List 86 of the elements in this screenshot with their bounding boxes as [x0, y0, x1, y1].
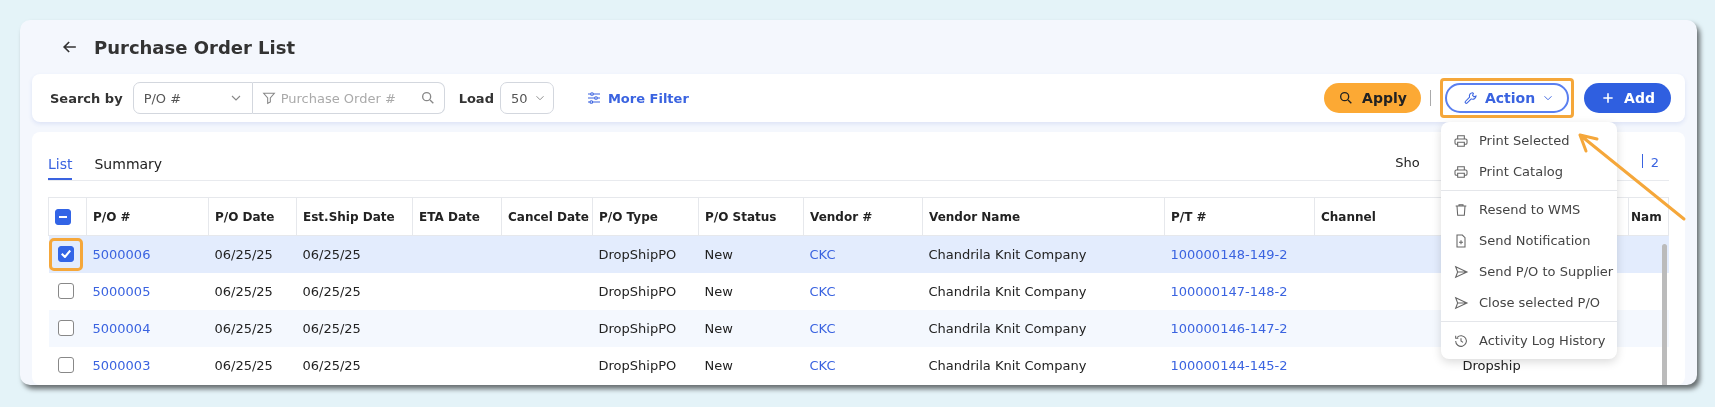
table-cell: 06/25/25 [302, 246, 361, 262]
table-link[interactable]: 5000004 [92, 320, 151, 336]
send-icon [1453, 294, 1469, 311]
table-cell: New [704, 357, 733, 373]
table-cell: Chandrila Knit Company [928, 283, 1087, 299]
table-link[interactable]: 100000147-148-2 [1170, 283, 1288, 299]
checkbox[interactable] [57, 246, 74, 263]
search-field[interactable]: Purchase Order # [252, 82, 445, 114]
column-header: ETA Date [419, 209, 480, 224]
menu-item[interactable]: Send Notification [1441, 225, 1617, 256]
table-cell: DropShipPO [598, 320, 677, 336]
table-cell: DropShipPO [598, 283, 677, 299]
history-icon [1453, 332, 1469, 349]
table-link[interactable]: 100000146-147-2 [1170, 320, 1288, 336]
menu-item[interactable]: Print Catalog [1441, 156, 1617, 187]
search-icon [419, 90, 436, 106]
trash-icon [1453, 201, 1469, 218]
menu-item[interactable]: Activity Log History [1441, 325, 1617, 356]
load-label: Load [458, 90, 494, 106]
menu-item[interactable]: Print Selected [1441, 125, 1617, 156]
menu-item[interactable]: Close selected P/O [1441, 287, 1617, 318]
menu-item[interactable]: Send P/O to Supplier [1441, 256, 1617, 287]
checkbox[interactable] [57, 283, 74, 299]
table-cell: 06/25/25 [302, 283, 361, 299]
search-by-label: Search by [50, 90, 123, 106]
page-title: Purchase Order List [94, 36, 296, 58]
table-cell: Chandrila Knit Company [928, 357, 1087, 373]
menu-item[interactable]: Resend to WMS [1441, 194, 1617, 225]
pagination-text: Sho [1395, 155, 1420, 172]
table-cell: DropShipPO [598, 246, 677, 262]
column-header: Est.Ship Date [303, 209, 395, 224]
document-plus-icon [1453, 232, 1469, 249]
table-cell: 06/25/25 [302, 357, 361, 373]
table-cell: New [704, 283, 733, 299]
table-link[interactable]: CKC [809, 357, 836, 373]
table-cell: DropShipPO [598, 357, 677, 373]
checkbox[interactable] [55, 208, 71, 225]
search-input[interactable]: Purchase Order # [280, 90, 416, 106]
table-cell: 06/25/25 [214, 283, 273, 299]
table-cell: New [704, 320, 733, 336]
table-cell: Dropship [1462, 357, 1521, 373]
table-link[interactable]: 5000006 [92, 246, 151, 262]
table-link[interactable]: 5000005 [92, 283, 151, 299]
send-icon [1453, 263, 1469, 280]
table-cell: 06/25/25 [302, 320, 361, 336]
minus-icon [59, 215, 67, 218]
column-header: P/T # [1171, 209, 1207, 224]
table-cell: New [704, 246, 733, 262]
table-link[interactable]: 5000003 [92, 357, 151, 373]
table-link[interactable]: CKC [809, 283, 836, 299]
column-header: Vendor Name [929, 209, 1021, 224]
filter-icon [260, 90, 277, 106]
table-cell: 06/25/25 [214, 357, 273, 373]
column-header: Cancel Date [508, 209, 589, 224]
load-select[interactable]: 50 [499, 82, 554, 114]
table-link[interactable]: CKC [809, 320, 836, 336]
column-header: P/O Type [599, 209, 658, 224]
printer-icon [1453, 163, 1469, 180]
tab[interactable]: List [48, 156, 73, 180]
sliders-icon [585, 90, 602, 106]
table-cell: 06/25/25 [214, 320, 273, 336]
column-header: Channel [1321, 209, 1376, 224]
table-cell: Chandrila Knit Company [928, 320, 1087, 336]
printer-icon [1453, 132, 1469, 149]
checkbox[interactable] [57, 357, 74, 373]
column-header: P/O Date [215, 209, 275, 224]
checkbox[interactable] [57, 320, 74, 336]
table-cell: Chandrila Knit Company [928, 246, 1087, 262]
action-button[interactable]: Action [1444, 83, 1570, 113]
more-filter-button[interactable]: More Filter [579, 89, 695, 107]
table-link[interactable]: CKC [809, 246, 836, 262]
table-cell: 06/25/25 [214, 246, 273, 262]
wrench-icon [1462, 90, 1479, 106]
column-header: Vendor # [810, 209, 873, 224]
add-button[interactable]: Add [1584, 83, 1671, 113]
apply-button[interactable]: Apply [1324, 83, 1421, 113]
table-link[interactable]: 100000144-145-2 [1170, 357, 1288, 373]
scrollbar[interactable] [1662, 244, 1667, 385]
tab[interactable]: Summary [94, 156, 163, 180]
check-icon [60, 250, 71, 259]
column-header: P/O Status [705, 209, 777, 224]
search-by-select[interactable]: P/O # [132, 82, 253, 114]
page-link[interactable]: 2 [1650, 155, 1659, 180]
table-link[interactable]: 100000148-149-2 [1170, 246, 1288, 262]
column-header: Nam [1631, 209, 1662, 224]
column-header: P/O # [93, 209, 131, 224]
